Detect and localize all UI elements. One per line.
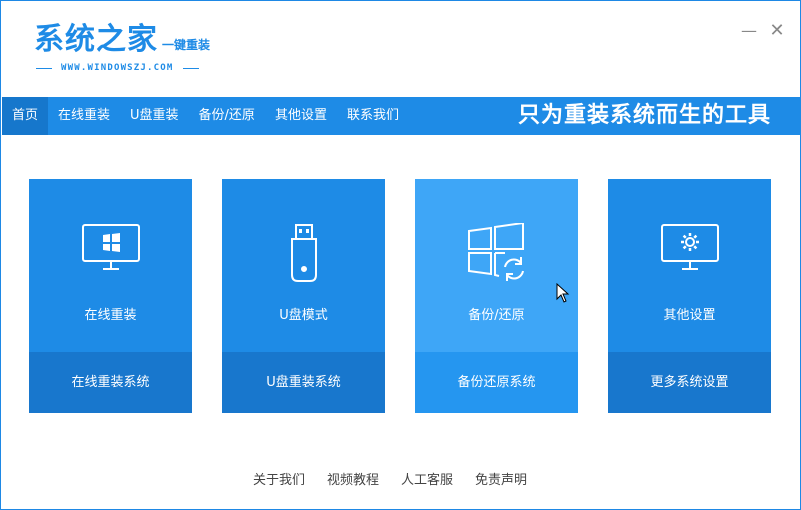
- nav-item-backup-restore[interactable]: 备份/还原: [189, 97, 265, 135]
- nav-item-home[interactable]: 首页: [2, 97, 49, 135]
- logo-url: WWW.WINDOWSZJ.COM: [61, 63, 174, 73]
- nav-item-other-settings[interactable]: 其他设置: [265, 97, 337, 135]
- nav-item-contact[interactable]: 联系我们: [337, 97, 409, 135]
- card-label: 其他设置: [663, 308, 716, 323]
- nav-item-usb-reinstall[interactable]: U盘重装: [120, 97, 189, 135]
- logo-suffix: 一键重装: [162, 38, 211, 52]
- footer-link-support[interactable]: 人工客服: [401, 469, 453, 488]
- card-button[interactable]: 备份还原系统: [415, 352, 578, 413]
- nav-slogan: 只为重装系统而生的工具: [517, 103, 771, 128]
- card-online-reinstall[interactable]: 在线重装 在线重装系统: [29, 179, 192, 413]
- logo-dash-left: [36, 67, 52, 69]
- windows-restore-icon: [415, 223, 578, 283]
- logo: 系统之家 一键重装 WWW.WINDOWSZJ.COM: [34, 22, 211, 74]
- card-button[interactable]: U盘重装系统: [222, 352, 385, 413]
- footer-link-about[interactable]: 关于我们: [253, 469, 305, 488]
- usb-drive-icon: [222, 223, 385, 285]
- card-button[interactable]: 在线重装系统: [29, 352, 192, 413]
- close-button[interactable]: ✕: [769, 22, 785, 40]
- nav-item-online-reinstall[interactable]: 在线重装: [48, 97, 120, 135]
- footer-link-video-tutorial[interactable]: 视频教程: [327, 469, 379, 488]
- nav-bar: 首页 在线重装 U盘重装 备份/还原 其他设置 联系我们 只为重装系统而生的工具: [2, 97, 801, 135]
- card-label: 在线重装: [84, 308, 137, 323]
- card-button[interactable]: 更多系统设置: [608, 352, 771, 413]
- mouse-pointer-icon: [556, 282, 570, 307]
- logo-dash-right: [182, 67, 199, 69]
- card-usb-mode[interactable]: U盘模式 U盘重装系统: [222, 179, 385, 413]
- card-label: U盘模式: [279, 308, 328, 323]
- minimize-button[interactable]: —: [741, 23, 757, 39]
- monitor-gear-icon: [608, 223, 771, 271]
- app-window: 系统之家 一键重装 WWW.WINDOWSZJ.COM — ✕ 首页 在线重装 …: [0, 0, 801, 510]
- monitor-windows-icon: [29, 223, 192, 271]
- card-grid: 在线重装 在线重装系统 U盘模式 U盘重装系统 备份/还原 备份还原系统 其他设…: [29, 179, 771, 413]
- footer-link-disclaimer[interactable]: 免责声明: [475, 469, 527, 488]
- card-backup-restore[interactable]: 备份/还原 备份还原系统: [415, 179, 578, 413]
- card-label: 备份/还原: [468, 308, 525, 323]
- logo-title: 系统之家: [34, 22, 158, 57]
- card-other-settings[interactable]: 其他设置 更多系统设置: [608, 179, 771, 413]
- footer: 关于我们 视频教程 人工客服 免责声明: [253, 469, 527, 488]
